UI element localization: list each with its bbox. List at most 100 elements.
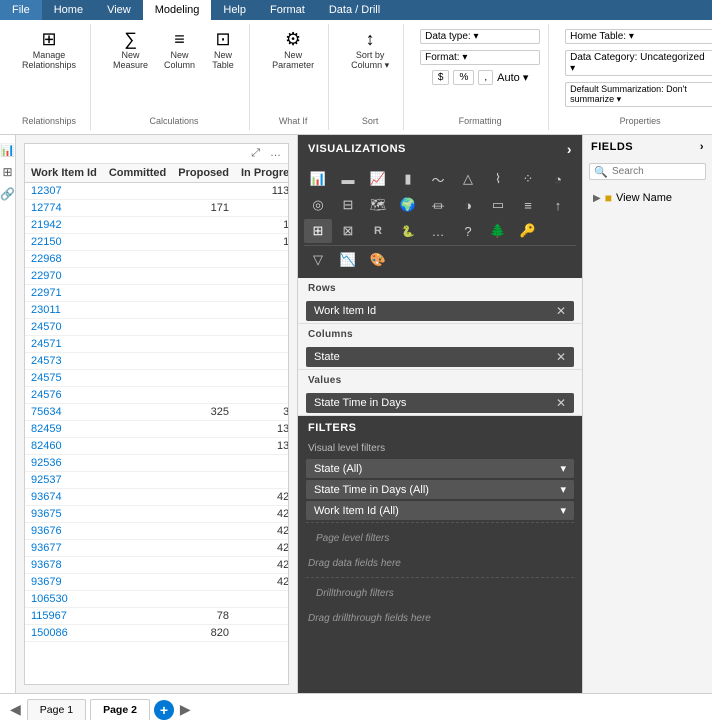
table-cell [235,200,288,217]
tab-format[interactable]: Format [258,0,317,20]
map-icon[interactable]: 🗺 [364,193,392,217]
state-close[interactable]: ✕ [556,350,566,364]
tab-view[interactable]: View [95,0,143,20]
state-time-pill[interactable]: State Time in Days ✕ [306,393,574,413]
pie-icon[interactable]: ◔ [544,167,572,191]
area-chart-icon[interactable]: △ [454,167,482,191]
new-measure-button[interactable]: ∑ NewMeasure [107,28,154,72]
table-scroll[interactable]: Work Item Id Committed Proposed In Progr… [25,164,288,642]
new-parameter-button[interactable]: ⚙ NewParameter [266,28,320,72]
view-name-label: View Name [616,192,672,204]
currency-button[interactable]: $ [432,70,450,85]
page-1-tab[interactable]: Page 1 [27,699,86,720]
table-cell [103,574,172,591]
report-view-icon[interactable]: 📊 [1,143,15,157]
tab-data-drill[interactable]: Data / Drill [317,0,392,20]
auto-dropdown[interactable]: Auto ▾ [497,71,528,84]
state-time-close[interactable]: ✕ [556,396,566,410]
tab-modeling[interactable]: Modeling [143,0,212,20]
table-cell [172,438,235,455]
table-row: 2301136 [25,302,288,319]
work-item-id-all-filter[interactable]: Work Item Id (All) ▾ [306,501,574,520]
data-category-dropdown[interactable]: Data Category: Uncategorized ▾ [565,50,712,76]
group-relationships-label: Relationships [22,112,76,126]
table-cell [172,574,235,591]
gauge-icon[interactable]: ◑ [454,193,482,217]
table-cell: 82459 [25,421,103,438]
visualizations-section: VISUALIZATIONS › 📊 ▬ 📈 ▮ 〜 △ ⌇ ⁘ ◔ [298,135,582,278]
treemap-icon[interactable]: ⊟ [334,193,362,217]
stacked-col-icon[interactable]: ▮ [394,167,422,191]
work-item-id-close[interactable]: ✕ [556,304,566,318]
viz-title: VISUALIZATIONS [308,143,406,155]
table-cell [172,302,235,319]
more-options-button[interactable]: … [267,146,284,161]
focus-mode-button[interactable]: ⤢ [248,146,263,161]
group-formatting-label: Formatting [459,112,502,126]
table-cell [103,438,172,455]
table-cell: 24575 [25,370,103,387]
datatype-label[interactable]: Data type: ▾ [420,29,540,44]
decomp-tree-icon[interactable]: 🌲 [484,219,512,243]
new-column-button[interactable]: ≡ NewColumn [158,28,201,72]
table-cell: 4278 [235,489,288,506]
table-cell: 171 [172,200,235,217]
add-page-button[interactable]: + [154,700,174,720]
table-calc-icon: ⊡ [216,30,231,48]
table-cell: 4278 [235,523,288,540]
donut-icon[interactable]: ◎ [304,193,332,217]
clustered-col-icon[interactable]: 📈 [364,167,392,191]
table-viz-icon[interactable]: ⊞ [304,219,332,243]
card-icon[interactable]: ▭ [484,193,512,217]
analytics-pane-icon[interactable]: 📉 [334,248,362,272]
table-cell: 4278 [235,574,288,591]
prev-page-arrow[interactable]: ◀ [8,701,23,718]
page-2-tab[interactable]: Page 2 [90,699,150,720]
group-sort: ↕ Sort byColumn ▾ Sort [337,24,404,130]
default-summarization-dropdown[interactable]: Default Summarization: Don't summarize ▾ [565,82,712,107]
sort-by-column-button[interactable]: ↕ Sort byColumn ▾ [345,28,395,73]
line-chart-icon[interactable]: 〜 [424,167,452,191]
data-view-icon[interactable]: ⊞ [1,165,15,179]
state-pill[interactable]: State ✕ [306,347,574,367]
percent-button[interactable]: % [453,70,474,85]
ribbon-content: ⊞ ManageRelationships Relationships ∑ Ne… [0,20,712,134]
tab-file[interactable]: File [0,0,42,20]
work-item-id-pill[interactable]: Work Item Id ✕ [306,301,574,321]
format-pane-icon[interactable]: 🎨 [364,248,392,272]
viz-expand-icon[interactable]: › [567,141,572,157]
python-icon[interactable]: 🐍 [394,219,422,243]
format-label[interactable]: Format: ▾ [420,50,540,65]
filled-map-icon[interactable]: 🌍 [394,193,422,217]
multi-row-card-icon[interactable]: ≡ [514,193,542,217]
matrix-icon[interactable]: ⊠ [334,219,362,243]
table-row: 245761 [25,387,288,404]
next-page-arrow[interactable]: ▶ [178,701,193,718]
tab-help[interactable]: Help [211,0,258,20]
kpi-icon[interactable]: ↑ [544,193,572,217]
model-view-icon[interactable]: 🔗 [1,187,15,201]
table-row: 936794278802011 [25,574,288,591]
state-all-filter[interactable]: State (All) ▾ [306,459,574,478]
view-name-item[interactable]: ▶ ■ View Name [589,188,706,208]
more-visuals-icon[interactable]: … [424,219,452,243]
line-stacked-icon[interactable]: ⌇ [484,167,512,191]
new-table-button[interactable]: ⊡ NewTable [205,28,241,72]
home-table-dropdown[interactable]: Home Table: ▾ [565,29,712,44]
bar-chart-icon[interactable]: 📊 [304,167,332,191]
viz-filter-pane-icon[interactable]: ▽ [304,248,332,272]
state-time-all-filter[interactable]: State Time in Days (All) ▾ [306,480,574,499]
r-visual-icon[interactable]: R [364,219,392,243]
viz-header: VISUALIZATIONS › [298,135,582,163]
funnel-icon[interactable]: ⏛ [424,193,452,217]
fields-expand-icon[interactable]: › [700,141,704,153]
qa-icon[interactable]: ? [454,219,482,243]
comma-button[interactable]: , [478,70,493,85]
manage-relationships-button[interactable]: ⊞ ManageRelationships [16,28,82,72]
stacked-bar-icon[interactable]: ▬ [334,167,362,191]
key-influencers-icon[interactable]: 🔑 [514,219,542,243]
table-cell [103,557,172,574]
table-row: 936774278802011 [25,540,288,557]
tab-home[interactable]: Home [42,0,95,20]
scatter-icon[interactable]: ⁘ [514,167,542,191]
